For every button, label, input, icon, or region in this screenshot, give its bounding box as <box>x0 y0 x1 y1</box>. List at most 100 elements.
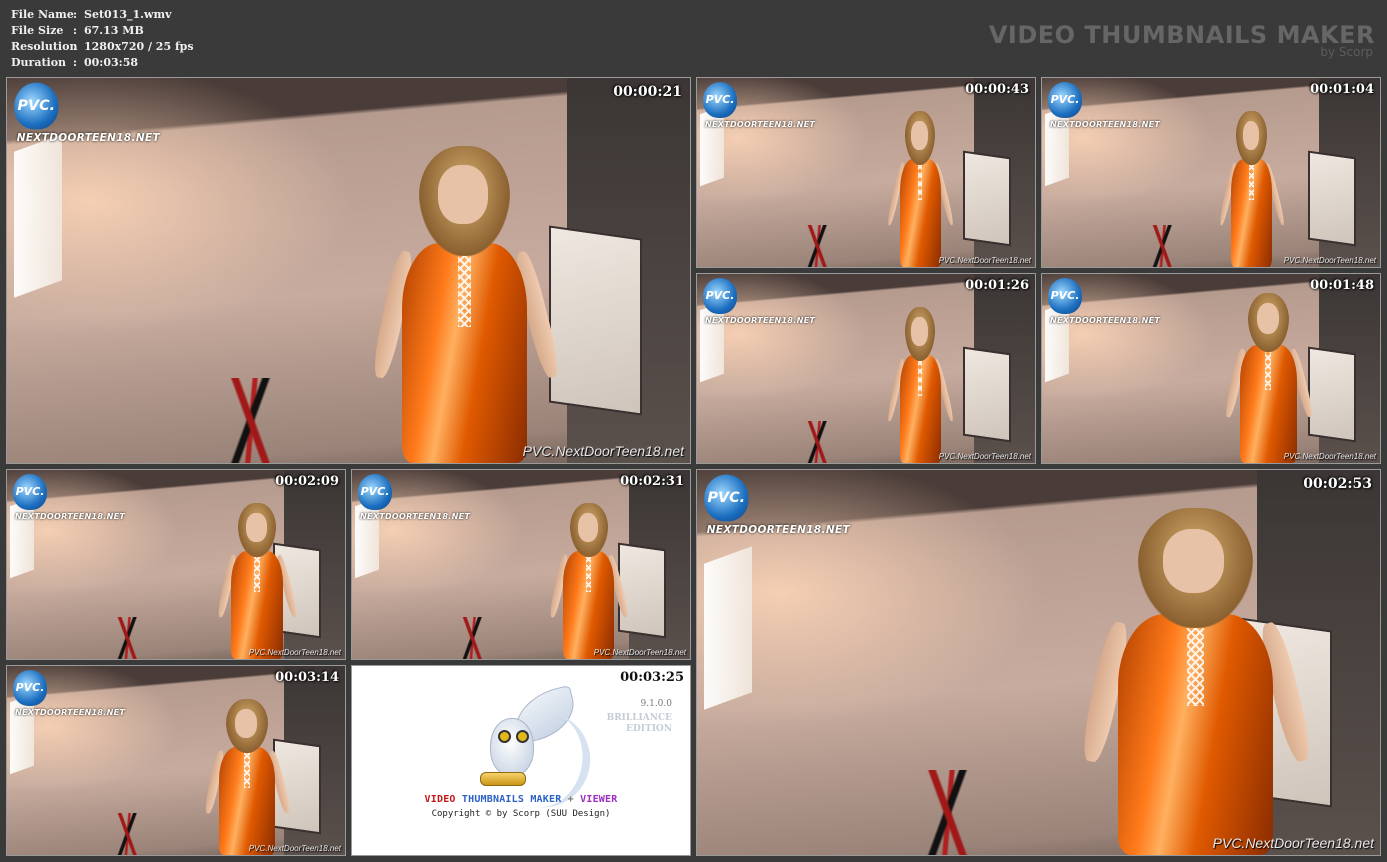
face <box>1242 120 1260 150</box>
copyright-text: Copyright © by Scorp (SUU Design) <box>431 809 611 819</box>
model-figure <box>203 696 292 855</box>
colon: : <box>73 8 78 21</box>
video-thumbnail[interactable]: PVC. NEXTDOORTEEN18.NET 00:02:09 PVC.Nex… <box>6 469 346 660</box>
thumbnail-watermark: PVC.NextDoorTeen18.net <box>938 256 1031 265</box>
pvc-logo-icon: PVC. <box>1048 278 1082 314</box>
thumbnail-watermark: PVC.NextDoorTeen18.net <box>1283 452 1376 461</box>
product-name-part: VIEWER <box>580 794 618 805</box>
duration-label: Duration <box>11 56 67 69</box>
pvc-logo-icon: PVC. <box>704 474 749 522</box>
lace <box>585 557 592 593</box>
video-thumbnail[interactable]: PVC. NEXTDOORTEEN18.NET 00:00:21 PVC.Nex… <box>6 77 691 464</box>
lace <box>1265 351 1272 390</box>
model-figure <box>216 500 299 659</box>
resolution-label: Resolution <box>11 40 78 53</box>
model-figure <box>886 304 955 463</box>
reflector-panel <box>549 225 643 416</box>
video-thumbnail[interactable]: PVC. NEXTDOORTEEN18.NET 00:02:53 PVC.Nex… <box>696 469 1381 856</box>
brand-title: VIDEO THUMBNAILS MAKER <box>988 21 1375 49</box>
plant-decor <box>205 378 301 463</box>
logo-site-name: NEXTDOORTEEN18.NET <box>16 132 160 144</box>
model-figure <box>369 140 562 463</box>
file-name-label: File Name <box>11 8 74 21</box>
thumbnail-timestamp: 00:01:48 <box>1310 278 1374 293</box>
logo-site-name: NEXTDOORTEEN18.NET <box>15 708 126 717</box>
site-logo: PVC. NEXTDOORTEEN18.NET <box>1044 80 1164 142</box>
file-size-value: 67.13 MB <box>84 24 144 37</box>
site-logo: PVC. NEXTDOORTEEN18.NET <box>9 80 165 161</box>
duration-row: Duration:00:03:58 <box>11 55 138 71</box>
thumbnail-timestamp: 00:03:14 <box>275 670 339 685</box>
face <box>235 708 258 738</box>
pvc-logo-icon: PVC. <box>13 474 47 510</box>
thumbnail-watermark: PVC.NextDoorTeen18.net <box>248 844 341 853</box>
lace <box>917 165 923 201</box>
product-name-part: + <box>567 794 574 805</box>
reflector-panel <box>963 150 1012 247</box>
reflector-panel <box>1308 346 1357 443</box>
thumbnail-timestamp: 00:03:25 <box>620 670 684 685</box>
thumbnail-timestamp: 00:01:26 <box>965 278 1029 293</box>
video-thumbnail[interactable]: PVC. NEXTDOORTEEN18.NET 00:01:48 PVC.Nex… <box>1041 273 1381 464</box>
video-thumbnail[interactable]: PVC. NEXTDOORTEEN18.NET 00:03:14 PVC.Nex… <box>6 665 346 856</box>
logo-site-name: NEXTDOORTEEN18.NET <box>705 316 816 325</box>
thumbnail-watermark: PVC.NextDoorTeen18.net <box>938 452 1031 461</box>
site-logo: PVC. NEXTDOORTEEN18.NET <box>699 80 819 142</box>
thumbnail-timestamp: 00:02:53 <box>1303 476 1372 492</box>
video-thumbnail[interactable]: PVC. NEXTDOORTEEN18.NET 00:01:26 PVC.Nex… <box>696 273 1036 464</box>
logo-site-name: NEXTDOORTEEN18.NET <box>705 120 816 129</box>
video-thumbnail[interactable]: PVC. NEXTDOORTEEN18.NET 00:01:04 PVC.Nex… <box>1041 77 1381 268</box>
product-name-part: VIDEO <box>424 794 456 805</box>
face <box>1162 529 1225 593</box>
pvc-logo-icon: PVC. <box>703 82 737 118</box>
plant-decor <box>105 813 153 855</box>
model-figure <box>1217 108 1287 267</box>
face <box>911 316 928 346</box>
plant-decor <box>1140 225 1188 267</box>
thumbnail-timestamp: 00:00:21 <box>613 84 682 100</box>
model-figure <box>1224 289 1314 463</box>
site-logo: PVC. NEXTDOORTEEN18.NET <box>699 472 855 553</box>
thumbnail-watermark: PVC.NextDoorTeen18.net <box>1283 256 1376 265</box>
lace <box>458 256 472 328</box>
model-figure <box>886 108 955 267</box>
logo-site-name: NEXTDOORTEEN18.NET <box>1050 120 1161 129</box>
pvc-logo-icon: PVC. <box>13 670 47 706</box>
site-logo: PVC. NEXTDOORTEEN18.NET <box>1044 276 1164 338</box>
face <box>577 512 599 542</box>
plant-decor <box>901 770 998 855</box>
model-figure <box>548 500 630 659</box>
info-header: File Name: Set013_1.wmv File Size:67.13 M… <box>0 0 1387 76</box>
plant-decor <box>795 421 843 463</box>
thumbnail-timestamp: 00:00:43 <box>965 82 1029 97</box>
product-name: VIDEO THUMBNAILS MAKER + VIEWER <box>352 794 690 805</box>
plant-decor <box>105 617 153 659</box>
video-thumbnail[interactable]: PVC. NEXTDOORTEEN18.NET 00:00:43 PVC.Nex… <box>696 77 1036 268</box>
lace <box>917 361 923 397</box>
softbox-light <box>703 545 752 710</box>
product-name-part: THUMBNAILS MAKER <box>461 794 562 805</box>
file-size-label: File Size <box>11 24 64 37</box>
lace <box>244 753 250 789</box>
plant-decor <box>450 617 498 659</box>
lace <box>1249 165 1254 201</box>
video-thumbnail[interactable]: PVC. NEXTDOORTEEN18.NET 00:02:31 PVC.Nex… <box>351 469 691 660</box>
pvc-logo-icon: PVC. <box>703 278 737 314</box>
colon: : <box>73 40 78 53</box>
thumbnail-watermark: PVC.NextDoorTeen18.net <box>1212 835 1374 851</box>
site-logo: PVC. NEXTDOORTEEN18.NET <box>9 472 129 534</box>
thumbnail-timestamp: 00:01:04 <box>1310 82 1374 97</box>
pvc-logo-icon: PVC. <box>1048 82 1082 118</box>
plant-decor <box>795 225 843 267</box>
lace <box>254 557 260 593</box>
owl-eye <box>498 730 511 743</box>
site-logo: PVC. NEXTDOORTEEN18.NET <box>354 472 474 534</box>
logo-site-name: NEXTDOORTEEN18.NET <box>1050 316 1161 325</box>
file-size-row: File Size:67.13 MB <box>11 23 144 39</box>
about-card-thumbnail[interactable]: 00:03:25 9.1.0.0 BRILLIANCE EDITION VIDE… <box>351 665 691 856</box>
duration-value: 00:03:58 <box>84 56 139 69</box>
logo-site-name: NEXTDOORTEEN18.NET <box>15 512 126 521</box>
file-name-row: File Name: Set013_1.wmv <box>11 7 171 23</box>
resolution-row: Resolution: 1280x720 / 25 fps <box>11 39 194 55</box>
thumbnail-timestamp: 00:02:31 <box>620 474 684 489</box>
